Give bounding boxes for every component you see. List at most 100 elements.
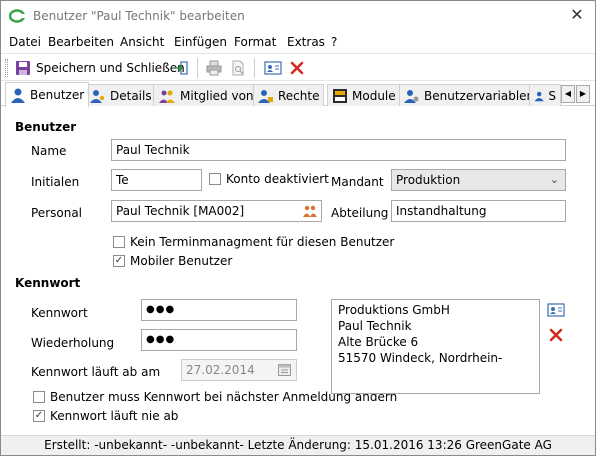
- benutzer-tab-panel: Benutzer Name Paul Technik Initialen Te …: [5, 107, 591, 435]
- ablauf-label: Kennwort läuft ab am: [31, 365, 161, 379]
- user-icon: [11, 88, 25, 103]
- menu-help[interactable]: ?: [331, 35, 337, 49]
- chevron-down-icon: ⌄: [549, 173, 559, 186]
- address-line: Produktions GmbH: [338, 303, 450, 317]
- title-bar: Benutzer "Paul Technik" bearbeiten ✕: [1, 1, 595, 31]
- edit-user-window: Benutzer "Paul Technik" bearbeiten ✕ Dat…: [0, 0, 596, 456]
- tab-overflow[interactable]: S: [529, 84, 561, 106]
- contact-card-button[interactable]: [264, 57, 282, 79]
- menu-ansicht[interactable]: Ansicht: [120, 35, 164, 49]
- user-lock-icon: [258, 89, 273, 103]
- delete-button[interactable]: [290, 57, 304, 79]
- calendar-icon[interactable]: [278, 363, 291, 376]
- tab-label: S: [548, 88, 556, 103]
- personal-lookup-button[interactable]: [300, 201, 320, 221]
- delete-x-icon: [549, 328, 563, 342]
- export-button[interactable]: [173, 57, 189, 79]
- personal-value: Paul Technik [MA002]: [116, 204, 245, 218]
- tab-label: Module: [352, 88, 396, 103]
- app-logo-icon: [9, 9, 25, 23]
- checkbox-box: ✓: [113, 255, 125, 267]
- people-lookup-icon: [303, 205, 317, 217]
- wiederholung-label: Wiederholung: [31, 336, 115, 350]
- kein-termin-checkbox[interactable]: Kein Terminmanagment für diesen Benutzer: [113, 235, 394, 249]
- address-line: Alte Brücke 6: [338, 335, 419, 349]
- section-benutzer-heading: Benutzer: [15, 120, 77, 134]
- tab-label: Mitglied von: [180, 88, 254, 103]
- kennwort-field[interactable]: ●●●: [141, 299, 297, 321]
- delete-x-icon: [290, 61, 304, 75]
- save-close-label: Speichern und Schließen: [36, 61, 185, 75]
- user-key-icon: [90, 89, 104, 103]
- menu-bearbeiten[interactable]: Bearbeiten: [48, 35, 114, 49]
- print-preview-icon: [232, 60, 244, 76]
- toolbar: Speichern und Schließen: [1, 53, 595, 81]
- abteilung-label: Abteilung: [331, 206, 389, 220]
- mandant-value: Produktion: [396, 173, 461, 187]
- mobiler-benutzer-label: Mobiler Benutzer: [130, 254, 233, 268]
- mandant-label: Mandant: [331, 175, 384, 189]
- mandant-select[interactable]: Produktion ⌄: [391, 169, 566, 191]
- toolbar-separator: [254, 58, 255, 78]
- name-label: Name: [31, 144, 67, 158]
- section-kennwort-heading: Kennwort: [15, 276, 81, 290]
- initialen-field[interactable]: Te: [111, 169, 202, 191]
- print-button[interactable]: [206, 57, 222, 79]
- konto-deaktiviert-checkbox[interactable]: Konto deaktiviert: [209, 172, 329, 186]
- address-line: Paul Technik: [338, 319, 412, 333]
- kennwort-nie-ab-label: Kennwort läuft nie ab: [50, 409, 179, 423]
- contact-card-icon: [547, 303, 565, 317]
- export-icon: [174, 61, 188, 75]
- tab-rechte[interactable]: Rechte: [253, 84, 325, 106]
- window-title: Benutzer "Paul Technik" bearbeiten: [33, 9, 245, 23]
- tab-scroll-left-icon[interactable]: ◀: [561, 85, 575, 103]
- menu-extras[interactable]: Extras: [287, 35, 325, 49]
- mobiler-benutzer-checkbox[interactable]: ✓ Mobiler Benutzer: [113, 254, 232, 268]
- address-card-button[interactable]: [546, 300, 566, 320]
- toolbar-separator: [197, 58, 198, 78]
- tab-module[interactable]: Module: [327, 84, 401, 106]
- wiederholung-field[interactable]: ●●●: [141, 329, 297, 351]
- tab-strip: Benutzer Details Mitglied von Rechte Mod…: [1, 82, 595, 107]
- user-icon: [534, 91, 544, 101]
- module-icon: [333, 88, 347, 103]
- initialen-label: Initialen: [31, 175, 80, 189]
- ablauf-date-value: 27.02.2014: [186, 363, 255, 377]
- kennwort-nie-ab-checkbox[interactable]: ✓ Kennwort läuft nie ab: [33, 409, 178, 423]
- status-bar: Erstellt: -unbekannt- -unbekannt- Letzte…: [1, 435, 595, 455]
- tab-details[interactable]: Details: [85, 84, 157, 106]
- menu-datei[interactable]: Datei: [9, 35, 41, 49]
- tab-benutzer[interactable]: Benutzer: [5, 82, 90, 107]
- menu-bar: Datei Bearbeiten Ansicht Einfügen Format…: [1, 32, 595, 52]
- address-line: 51570 Windeck, Nordrhein-: [338, 351, 503, 365]
- tab-label: Rechte: [278, 88, 320, 103]
- save-disk-icon: [16, 61, 30, 75]
- tab-label: Benutzer: [30, 88, 85, 102]
- tab-label: Benutzervariablen: [424, 88, 535, 103]
- tab-mitglied-von[interactable]: Mitglied von: [153, 84, 259, 106]
- tab-scroll-right-icon[interactable]: ▶: [576, 85, 590, 103]
- toolbar-grip[interactable]: [5, 59, 8, 77]
- konto-deaktiviert-label: Konto deaktiviert: [226, 172, 329, 186]
- group-icon: [159, 90, 175, 103]
- save-close-button[interactable]: Speichern und Schließen: [15, 57, 185, 79]
- close-icon[interactable]: ✕: [569, 6, 585, 24]
- abteilung-field[interactable]: Instandhaltung: [391, 200, 566, 222]
- checkbox-box: [33, 391, 45, 403]
- kein-termin-label: Kein Terminmanagment für diesen Benutzer: [130, 235, 395, 249]
- tab-benutzervariablen[interactable]: Benutzervariablen: [399, 84, 540, 106]
- checkbox-box: ✓: [33, 410, 45, 422]
- personal-label: Personal: [31, 206, 83, 220]
- name-field[interactable]: Paul Technik: [111, 139, 566, 161]
- kennwort-label: Kennwort: [31, 306, 88, 320]
- print-preview-button[interactable]: [230, 57, 246, 79]
- menu-format[interactable]: Format: [234, 35, 276, 49]
- menu-einfuegen[interactable]: Einfügen: [174, 35, 227, 49]
- address-box[interactable]: Produktions GmbH Paul Technik Alte Brücke …: [331, 299, 540, 394]
- printer-icon: [206, 60, 222, 76]
- contact-card-icon: [264, 61, 282, 75]
- user-variable-icon: [404, 89, 419, 103]
- checkbox-box: [209, 173, 221, 185]
- address-delete-button[interactable]: [546, 325, 566, 345]
- personal-field[interactable]: Paul Technik [MA002]: [111, 200, 322, 222]
